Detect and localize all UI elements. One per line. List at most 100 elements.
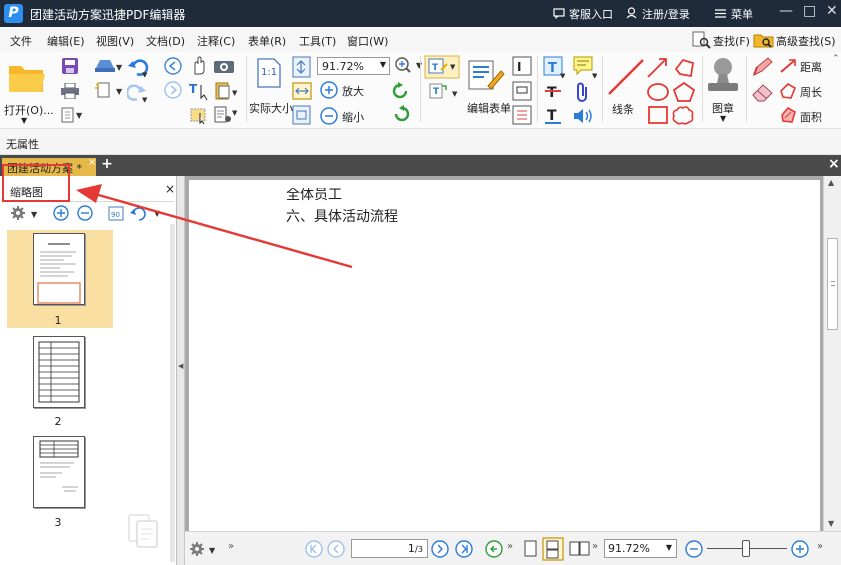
zoom-in-icon[interactable] — [319, 80, 339, 100]
pentagon-icon[interactable] — [672, 81, 696, 103]
menu-comment[interactable]: 注释(C) — [197, 33, 235, 49]
thumbnail-page-3[interactable] — [33, 436, 85, 508]
line-icon[interactable] — [607, 58, 645, 96]
zoom-select[interactable]: 91.72% ▼ — [317, 57, 390, 75]
eraser-icon[interactable] — [751, 81, 775, 103]
menu-document[interactable]: 文档(D) — [146, 33, 185, 49]
login-button[interactable]: 注册/登录 — [642, 6, 690, 22]
page-number-input[interactable]: 1/3 — [351, 539, 428, 558]
perimeter-icon[interactable] — [779, 82, 797, 100]
select-area-icon[interactable] — [189, 105, 211, 125]
thumbnail-zoom-out-icon[interactable] — [77, 205, 93, 221]
edit-form-button[interactable]: 编辑表单 — [467, 100, 511, 116]
panel-splitter[interactable]: ◀ — [177, 176, 185, 565]
actual-size-button[interactable]: 实际大小 — [249, 100, 293, 116]
menu-edit[interactable]: 编辑(E) — [47, 33, 85, 49]
hand-tool-icon[interactable] — [190, 56, 208, 76]
status-zoom-out-icon[interactable] — [685, 540, 703, 558]
zoom-in-dropdown-icon[interactable]: ▼ — [394, 56, 428, 76]
main-menu-button[interactable]: 菜单 — [731, 6, 753, 22]
fit-page-icon[interactable] — [292, 56, 312, 78]
thumbnail-scrollbar[interactable] — [170, 224, 175, 562]
typewriter-icon[interactable]: T ▼ — [543, 56, 565, 78]
cloud-icon[interactable] — [671, 104, 695, 126]
layout-more-icon[interactable]: » — [592, 541, 598, 552]
checkbox-field-icon[interactable] — [512, 81, 532, 101]
next-page-icon[interactable] — [431, 540, 449, 558]
view-more-icon[interactable]: » — [507, 541, 513, 552]
hamburger-icon[interactable] — [715, 9, 726, 18]
perimeter-button[interactable]: 周长 — [800, 84, 822, 100]
strikeout-icon[interactable]: T — [544, 81, 566, 101]
thumbnail-panel-close-button[interactable]: × — [165, 182, 175, 196]
open-dropdown-icon[interactable]: ▼ — [21, 116, 27, 125]
menu-file[interactable]: 文件 — [10, 33, 32, 49]
new-tab-button[interactable]: + — [100, 156, 114, 172]
previous-view-icon[interactable] — [485, 540, 503, 558]
polygon-icon[interactable] — [673, 57, 697, 79]
find-icon[interactable] — [691, 31, 711, 49]
rotate-page-cw-icon[interactable]: ▼ — [130, 204, 164, 222]
maximize-button[interactable]: □ — [803, 3, 816, 19]
zoom-out-icon[interactable] — [319, 106, 339, 126]
thumbnail-page-1[interactable] — [33, 233, 85, 305]
chat-icon[interactable] — [553, 8, 565, 19]
close-button[interactable]: ✕ — [826, 3, 838, 19]
menu-view[interactable]: 视图(V) — [96, 33, 134, 49]
zoom-slider-thumb[interactable] — [742, 540, 750, 557]
print-icon[interactable] — [61, 83, 79, 99]
forward-icon[interactable] — [164, 81, 182, 99]
open-folder-icon[interactable] — [7, 60, 47, 96]
thumbnail-zoom-in-icon[interactable] — [53, 205, 69, 221]
rectangle-icon[interactable] — [647, 105, 669, 125]
menu-tools[interactable]: 工具(T) — [299, 33, 336, 49]
status-zoom-in-icon[interactable] — [791, 540, 809, 558]
doc-props-icon[interactable]: ▼ — [213, 105, 239, 125]
open-button[interactable]: 打开(O)... — [4, 102, 54, 118]
edit-content-icon[interactable]: T ▼ — [424, 55, 460, 79]
area-icon[interactable] — [779, 106, 797, 124]
ellipse-icon[interactable] — [646, 82, 670, 102]
lines-button[interactable]: 线条 — [612, 101, 634, 117]
rotate-ccw-icon[interactable] — [392, 82, 410, 100]
vertical-scrollbar[interactable]: ▲ ▼ — [823, 176, 841, 531]
edit-form-icon[interactable] — [466, 59, 506, 91]
service-entry-button[interactable]: 客服入口 — [569, 6, 613, 22]
last-page-icon[interactable] — [455, 540, 473, 558]
fit-visible-icon[interactable] — [292, 105, 312, 125]
thumbnail-page-2[interactable] — [33, 336, 85, 408]
ribbon-more-icon[interactable]: ⌃ — [832, 54, 840, 64]
thumbnail-options-icon[interactable]: ▼ — [10, 205, 40, 221]
page-setup-icon[interactable]: ▼ — [61, 107, 83, 123]
single-page-icon[interactable] — [523, 539, 539, 559]
status-options-icon[interactable]: ▼ — [189, 541, 219, 557]
menu-window[interactable]: 窗口(W) — [347, 33, 388, 49]
clipboard-icon[interactable]: ▼ — [213, 81, 239, 101]
user-icon[interactable] — [626, 7, 637, 19]
stamp-icon[interactable] — [705, 56, 741, 96]
rotate-page-icon[interactable]: 90 — [107, 204, 127, 222]
select-text-icon[interactable]: T — [189, 81, 211, 101]
arrow-line-icon[interactable] — [645, 56, 675, 80]
continuous-page-icon[interactable] — [542, 537, 564, 561]
stamp-dropdown-icon[interactable]: ▼ — [720, 114, 726, 123]
area-button[interactable]: 面积 — [800, 109, 822, 125]
text-field-icon[interactable]: I — [512, 56, 532, 76]
fit-width-icon[interactable] — [292, 82, 312, 100]
zoom-in-button[interactable]: 放大 — [342, 83, 364, 99]
pencil-icon[interactable] — [751, 56, 775, 78]
scroll-up-icon[interactable]: ▲ — [828, 178, 834, 187]
attach-icon[interactable] — [575, 81, 591, 103]
status-zoom-select[interactable]: 91.72% ▼ — [604, 539, 677, 558]
undo-icon[interactable]: ▼ — [127, 57, 149, 77]
minimize-button[interactable]: — — [779, 3, 793, 19]
snapshot-icon[interactable] — [213, 58, 235, 74]
advanced-find-icon[interactable] — [753, 31, 775, 49]
tab-close-icon[interactable]: × — [88, 157, 96, 168]
zoom-out-button[interactable]: 缩小 — [342, 109, 364, 125]
facing-pages-icon[interactable] — [569, 539, 591, 559]
first-page-icon[interactable] — [305, 540, 323, 558]
sound-icon[interactable] — [572, 107, 596, 125]
rotate-cw-icon[interactable] — [392, 105, 410, 123]
new-doc-icon[interactable]: ▼ — [94, 82, 124, 98]
